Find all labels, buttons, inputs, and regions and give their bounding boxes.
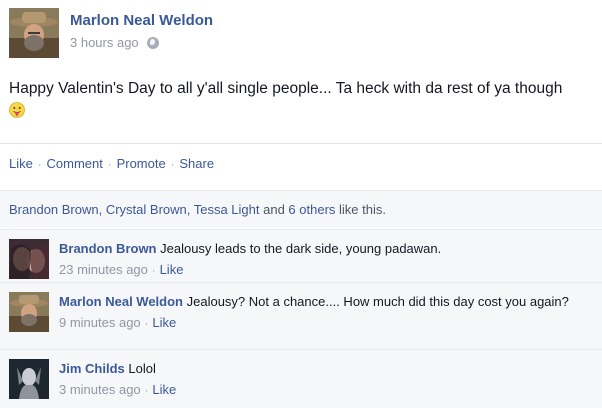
- comment-meta: 9 minutes ago · Like: [59, 313, 589, 334]
- comments-section: Brandon Brown Jealousy leads to the dark…: [0, 229, 602, 408]
- post-text: Happy Valentin's Day to all y'all single…: [9, 78, 599, 125]
- likers-connector: and: [259, 202, 289, 217]
- comment-text: Lolol: [124, 361, 156, 376]
- comment-body: Brandon Brown Jealousy leads to the dark…: [59, 239, 589, 281]
- commenter-avatar[interactable]: [9, 239, 49, 279]
- likers-names[interactable]: Brandon Brown, Crystal Brown, Tessa Ligh…: [9, 202, 260, 217]
- like-button[interactable]: Like: [9, 156, 33, 171]
- comment-time[interactable]: 23 minutes ago: [59, 262, 148, 277]
- tongue-out-emoji-icon: [9, 102, 25, 125]
- separator: ·: [144, 318, 149, 330]
- commenter-name[interactable]: Brandon Brown: [59, 241, 157, 256]
- separator: ·: [37, 159, 42, 171]
- separator: ·: [144, 385, 149, 397]
- comment-meta: 23 minutes ago · Like: [59, 260, 589, 281]
- post-timestamp[interactable]: 3 hours ago: [70, 35, 139, 50]
- post-author-name[interactable]: Marlon Neal Weldon: [70, 12, 213, 29]
- comment-like-button[interactable]: Like: [152, 315, 176, 330]
- comment-meta: 3 minutes ago · Like: [59, 380, 589, 401]
- post-actions-bar: Like · Comment · Promote · Share: [0, 143, 602, 183]
- likers-others-link[interactable]: 6 others: [288, 202, 335, 217]
- comment-like-button[interactable]: Like: [152, 382, 176, 397]
- comment-body: Jim Childs Lolol 3 minutes ago · Like: [59, 359, 589, 401]
- post-text-content: Happy Valentin's Day to all y'all single…: [9, 80, 563, 97]
- separator: ·: [170, 159, 175, 171]
- comment-time[interactable]: 9 minutes ago: [59, 315, 141, 330]
- globe-icon[interactable]: [146, 36, 159, 49]
- comment-body: Marlon Neal Weldon Jealousy? Not a chanc…: [59, 292, 589, 334]
- comment-like-button[interactable]: Like: [160, 262, 184, 277]
- divider: [0, 282, 602, 283]
- post-meta: 3 hours ago: [70, 35, 159, 50]
- separator: ·: [107, 159, 112, 171]
- promote-button[interactable]: Promote: [117, 156, 166, 171]
- divider: [0, 229, 602, 230]
- likes-summary: Brandon Brown, Crystal Brown, Tessa Ligh…: [0, 190, 602, 228]
- likers-suffix: like this.: [335, 202, 386, 217]
- commenter-avatar[interactable]: [9, 359, 49, 399]
- comment-text: Jealousy leads to the dark side, young p…: [156, 241, 442, 256]
- comment-text: Jealousy? Not a chance.... How much did …: [183, 294, 569, 309]
- commenter-name[interactable]: Jim Childs: [59, 361, 125, 376]
- separator: ·: [151, 265, 156, 277]
- comment-time[interactable]: 3 minutes ago: [59, 382, 141, 397]
- commenter-name[interactable]: Marlon Neal Weldon: [59, 294, 183, 309]
- comment-button[interactable]: Comment: [47, 156, 103, 171]
- commenter-avatar[interactable]: [9, 292, 49, 332]
- divider: [0, 349, 602, 350]
- share-button[interactable]: Share: [179, 156, 214, 171]
- author-avatar[interactable]: [9, 8, 59, 58]
